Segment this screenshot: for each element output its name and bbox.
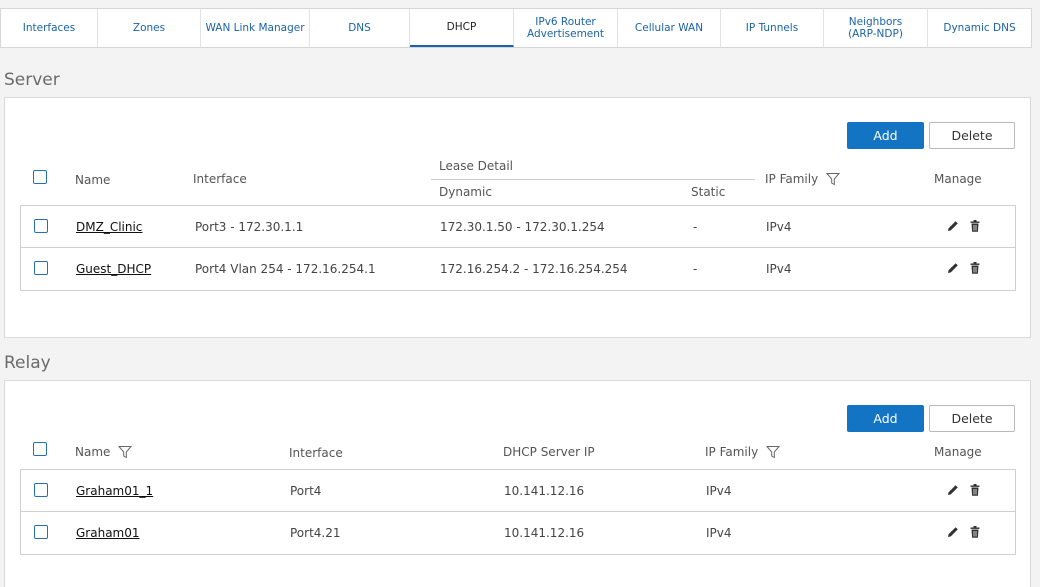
server-panel: Add Delete Name Interface Lease Detail D…: [4, 97, 1031, 338]
row-checkbox[interactable]: [34, 483, 48, 497]
relay-header-ip-family: IP Family: [705, 445, 781, 459]
table-row: DMZ_Clinic Port3 - 172.30.1.1 172.30.1.5…: [21, 206, 1015, 248]
server-header-lease-detail: Lease Detail: [439, 159, 514, 173]
server-interface: Port4 Vlan 254 - 172.16.254.1: [195, 262, 376, 276]
relay-add-button[interactable]: Add: [847, 405, 924, 432]
funnel-icon[interactable]: [766, 445, 781, 459]
tab-zones[interactable]: Zones: [98, 9, 201, 47]
relay-panel: Add Delete Name Interface DHCP Server IP…: [4, 380, 1031, 587]
tab-ipv6-router-advertisement[interactable]: IPv6 Router Advertisement: [514, 9, 618, 47]
relay-header-ip-family-label: IP Family: [705, 445, 759, 459]
server-header-static: Static: [691, 185, 726, 199]
trash-icon[interactable]: [968, 483, 982, 497]
server-static: -: [693, 220, 698, 234]
relay-interface: Port4: [290, 484, 322, 498]
server-header-interface: Interface: [193, 172, 247, 186]
server-ip-family: IPv4: [766, 262, 792, 276]
relay-name-link[interactable]: Graham01: [76, 526, 140, 540]
tab-interfaces[interactable]: Interfaces: [1, 9, 98, 47]
server-header-name: Name: [75, 173, 111, 187]
relay-select-all-checkbox[interactable]: [33, 442, 47, 456]
relay-delete-button[interactable]: Delete: [929, 405, 1015, 432]
pencil-icon[interactable]: [946, 483, 960, 497]
trash-icon[interactable]: [968, 261, 982, 275]
row-checkbox[interactable]: [34, 525, 48, 539]
server-header-manage: Manage: [934, 172, 982, 186]
server-table: DMZ_Clinic Port3 - 172.30.1.1 172.30.1.5…: [20, 205, 1016, 291]
relay-interface: Port4.21: [290, 526, 341, 540]
relay-header-dhcp-server-ip: DHCP Server IP: [503, 445, 595, 459]
server-name-link[interactable]: Guest_DHCP: [76, 262, 151, 276]
tab-cellular-wan[interactable]: Cellular WAN: [618, 9, 721, 47]
relay-dhcp-server-ip: 10.141.12.16: [504, 526, 585, 540]
lease-detail-divider: [431, 179, 755, 180]
relay-table: Graham01_1 Port4 10.141.12.16 IPv4 Graha…: [20, 469, 1016, 555]
server-delete-button[interactable]: Delete: [929, 122, 1015, 149]
server-header-dynamic: Dynamic: [439, 185, 492, 199]
relay-header-manage: Manage: [934, 445, 982, 459]
server-header-ip-family: IP Family: [765, 172, 841, 186]
server-section-title: Server: [4, 70, 60, 90]
server-interface: Port3 - 172.30.1.1: [195, 220, 304, 234]
server-select-all-checkbox[interactable]: [33, 170, 47, 184]
table-row: Graham01_1 Port4 10.141.12.16 IPv4: [21, 470, 1015, 512]
relay-header-interface: Interface: [289, 446, 343, 460]
server-ip-family: IPv4: [766, 220, 792, 234]
tab-dynamic-dns[interactable]: Dynamic DNS: [928, 9, 1031, 47]
funnel-icon[interactable]: [826, 172, 841, 186]
server-dynamic-range: 172.30.1.50 - 172.30.1.254: [440, 220, 605, 234]
relay-name-link[interactable]: Graham01_1: [76, 484, 153, 498]
tab-neighbors-arp-ndp[interactable]: Neighbors (ARP-NDP): [824, 9, 928, 47]
tab-wan-link-manager[interactable]: WAN Link Manager: [201, 9, 310, 47]
funnel-icon[interactable]: [118, 445, 133, 459]
relay-dhcp-server-ip: 10.141.12.16: [504, 484, 585, 498]
pencil-icon[interactable]: [946, 219, 960, 233]
server-add-button[interactable]: Add: [847, 122, 924, 149]
tab-ip-tunnels[interactable]: IP Tunnels: [721, 9, 824, 47]
server-dynamic-range: 172.16.254.2 - 172.16.254.254: [440, 262, 628, 276]
relay-ip-family: IPv4: [706, 526, 732, 540]
relay-ip-family: IPv4: [706, 484, 732, 498]
tab-bar: Interfaces Zones WAN Link Manager DNS DH…: [0, 8, 1032, 48]
relay-header-name-label: Name: [75, 445, 111, 459]
trash-icon[interactable]: [968, 525, 982, 539]
row-checkbox[interactable]: [34, 219, 48, 233]
table-row: Guest_DHCP Port4 Vlan 254 - 172.16.254.1…: [21, 248, 1015, 290]
relay-section-title: Relay: [4, 353, 51, 373]
trash-icon[interactable]: [968, 219, 982, 233]
tab-dhcp[interactable]: DHCP: [410, 9, 514, 47]
pencil-icon[interactable]: [946, 525, 960, 539]
server-header-ip-family-label: IP Family: [765, 172, 819, 186]
relay-header-name: Name: [75, 445, 133, 459]
server-name-link[interactable]: DMZ_Clinic: [76, 220, 142, 234]
table-row: Graham01 Port4.21 10.141.12.16 IPv4: [21, 512, 1015, 554]
tab-dns[interactable]: DNS: [310, 9, 410, 47]
pencil-icon[interactable]: [946, 261, 960, 275]
server-static: -: [693, 262, 698, 276]
row-checkbox[interactable]: [34, 261, 48, 275]
